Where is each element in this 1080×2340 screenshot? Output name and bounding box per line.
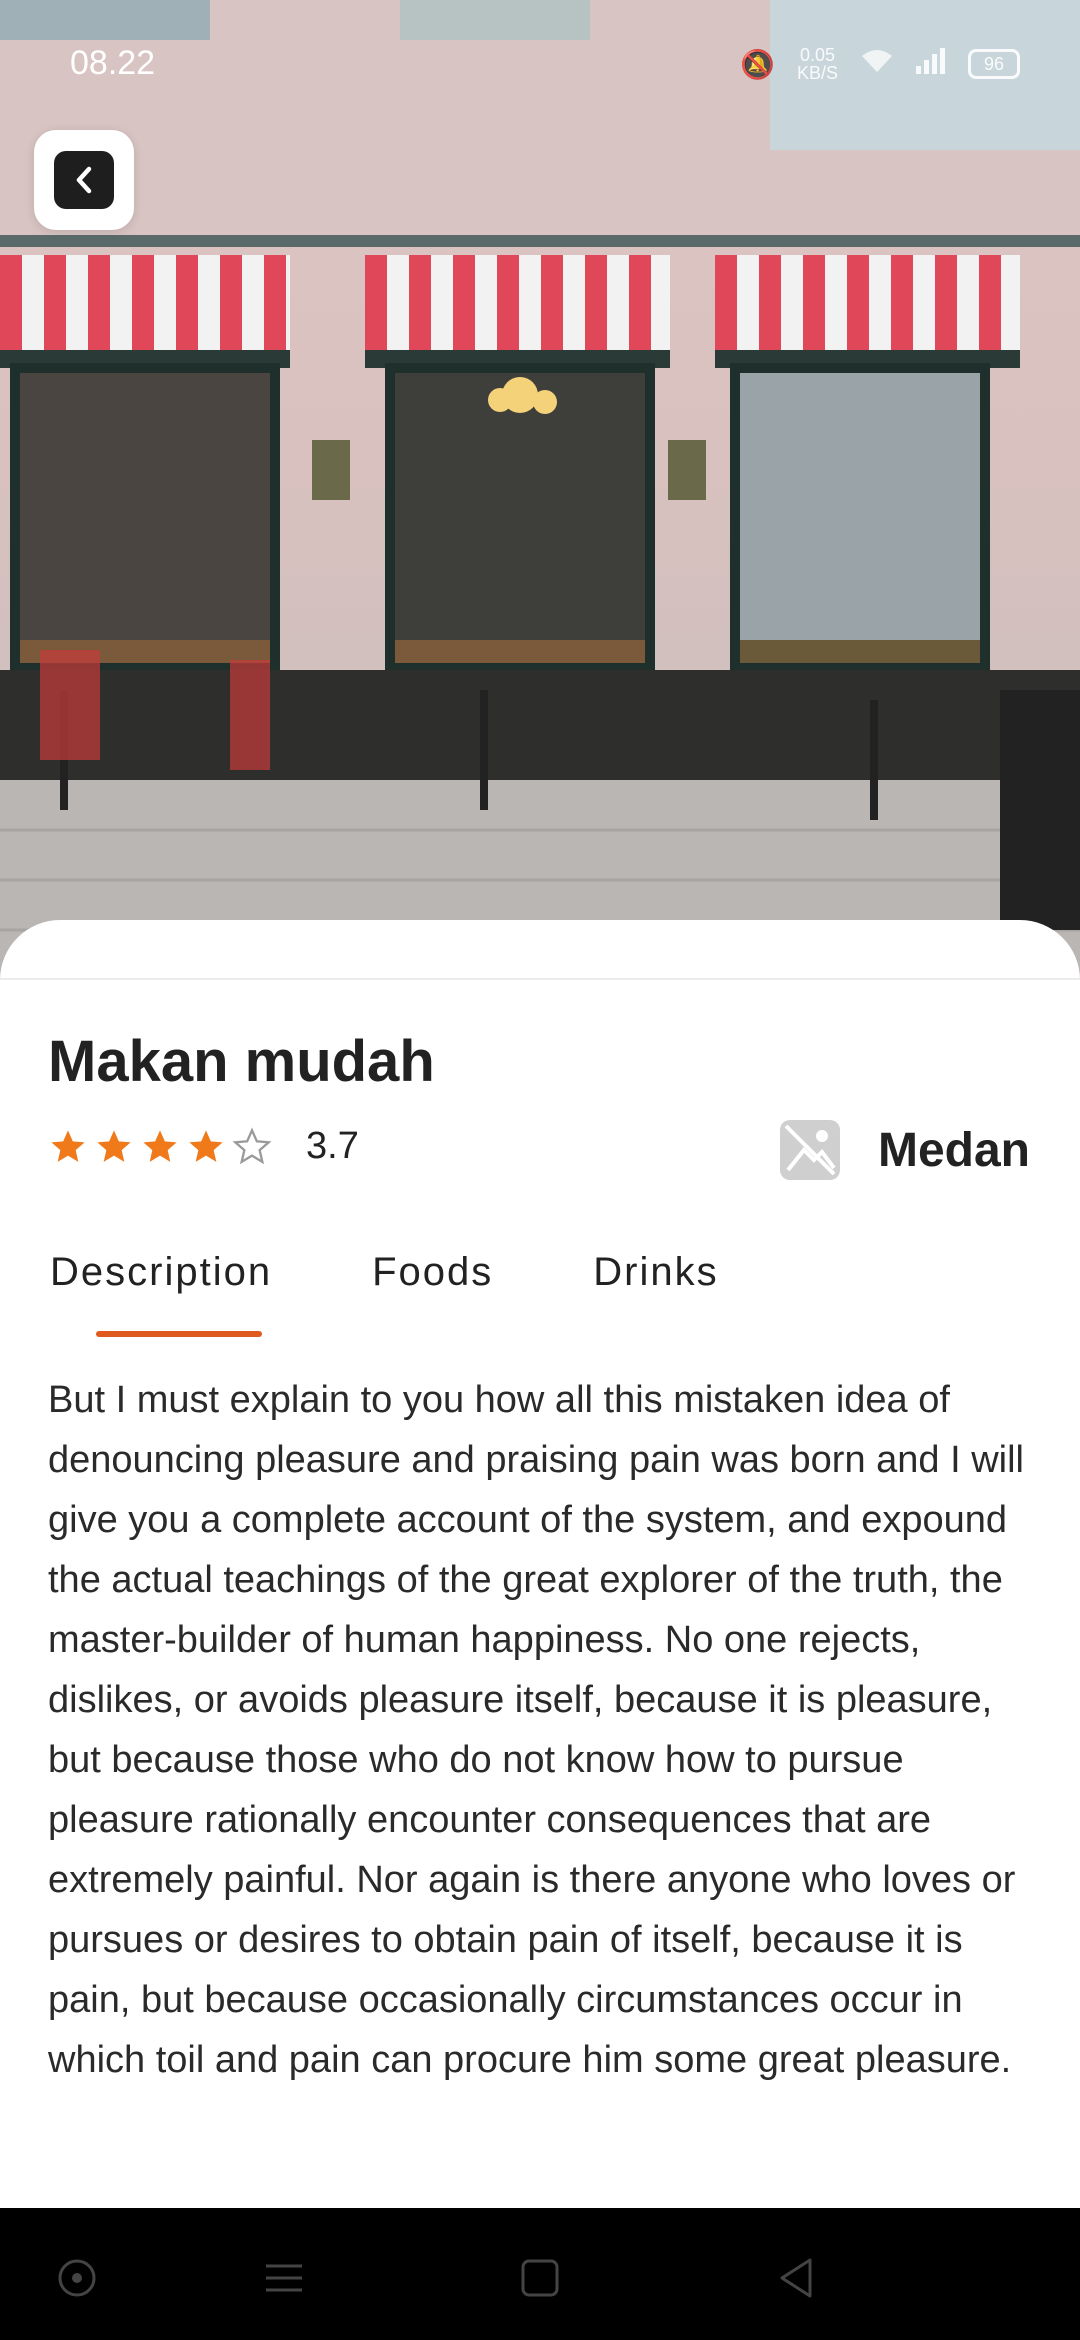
place-title: Makan mudah: [48, 1029, 435, 1094]
tab-description[interactable]: Description: [50, 1250, 272, 1337]
bell-off-icon: 🔕: [740, 48, 775, 80]
location-name: Medan: [877, 1123, 1030, 1177]
wifi-icon: [860, 48, 894, 81]
chevron-left-icon: [54, 151, 114, 209]
tab-bar: Description Foods Drinks: [50, 1250, 819, 1337]
star-filled-icon: [97, 1129, 131, 1162]
star-empty-icon: [232, 1126, 272, 1164]
tab-foods[interactable]: Foods: [372, 1250, 493, 1295]
tab-drinks[interactable]: Drinks: [593, 1250, 718, 1295]
divider: [0, 978, 1080, 980]
image-placeholder-icon: [779, 1120, 840, 1180]
square-icon[interactable]: [518, 2256, 562, 2300]
battery-icon: 96: [968, 49, 1020, 79]
status-icons: 🔕 0.05 KB/S 96: [740, 46, 1020, 82]
rating-row: 3.7: [48, 1125, 359, 1168]
network-speed: 0.05 KB/S: [797, 46, 838, 82]
star-rating: [48, 1126, 272, 1167]
star-filled-icon: [51, 1129, 85, 1162]
circle-icon[interactable]: [55, 2256, 99, 2300]
star-filled-icon: [143, 1129, 177, 1162]
hero-photo: 08.22 🔕 0.05 KB/S 96: [0, 0, 1080, 980]
status-bar: 08.22 🔕 0.05 KB/S 96: [0, 0, 1080, 130]
cafe-storefront-image: [0, 0, 1080, 980]
menu-icon[interactable]: [262, 2256, 306, 2300]
signal-icon: [916, 47, 946, 81]
triangle-back-icon[interactable]: [774, 2256, 818, 2300]
star-filled-icon: [189, 1129, 223, 1162]
network-speed-unit: KB/S: [796, 63, 838, 83]
description-text: But I must explain to you how all this m…: [48, 1379, 1024, 2081]
location: Medan: [778, 1118, 1030, 1182]
back-button[interactable]: [34, 130, 134, 230]
rating-value: 3.7: [306, 1125, 359, 1167]
system-nav-bar: [0, 2208, 1080, 2340]
status-time: 08.22: [70, 44, 156, 82]
network-speed-value: 0.05: [799, 45, 835, 65]
